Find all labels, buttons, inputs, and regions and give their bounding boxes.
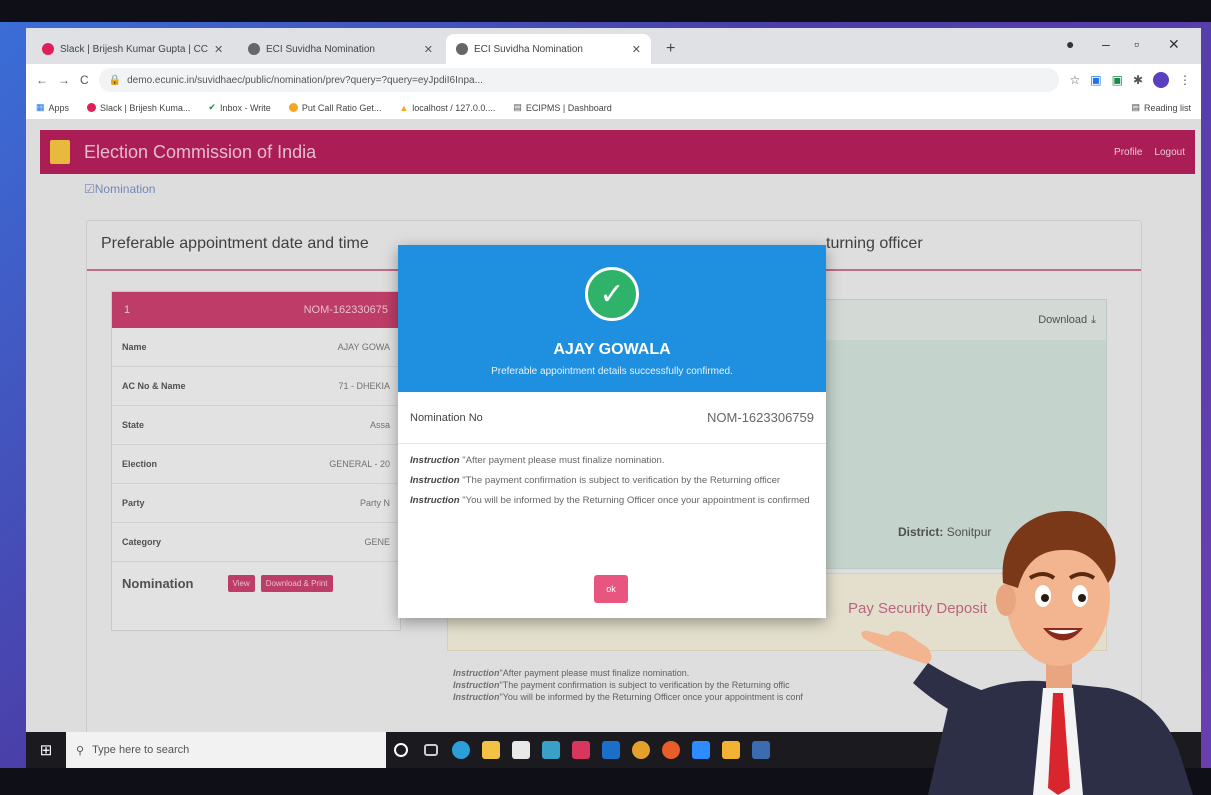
modal-subtitle: Preferable appointment details successfu… <box>491 366 733 377</box>
globe-icon <box>456 43 468 55</box>
top-frame <box>0 0 1211 22</box>
instruction-tag: Instruction <box>410 495 460 506</box>
bookmark-apps[interactable]: ▦ Apps <box>36 102 69 113</box>
address-bar[interactable]: 🔒 demo.ecunic.in/suvidhaec/public/nomina… <box>98 68 1060 92</box>
bookmark-label: Put Call Ratio Get... <box>301 102 382 113</box>
tab-nomination-active[interactable]: ECI Suvidha Nomination ✕ <box>446 34 651 64</box>
pupil-right <box>1078 594 1086 602</box>
modal-instruction: Instruction "After payment please must f… <box>398 454 826 468</box>
url-text: demo.ecunic.in/suvidhaec/public/nominati… <box>127 74 483 86</box>
close-icon[interactable]: ✕ <box>214 43 223 56</box>
bookmark-putcall[interactable]: Put Call Ratio Get... <box>288 102 382 113</box>
extension-icon-2[interactable]: ▣ <box>1112 73 1123 87</box>
check-circle-icon: ✓ <box>585 267 639 321</box>
browser-toolbar: ← → C 🔒 demo.ecunic.in/suvidhaec/public/… <box>26 64 1201 96</box>
instruction-text: "After payment please must finalize nomi… <box>462 455 665 466</box>
extension-icon[interactable]: ▣ <box>1090 73 1101 87</box>
tab-nomination-1[interactable]: ECI Suvidha Nomination ✕ <box>238 34 443 64</box>
profile-avatar[interactable] <box>1153 72 1169 88</box>
outlook-icon[interactable] <box>596 732 626 768</box>
store-icon[interactable] <box>506 732 536 768</box>
menu-icon[interactable]: ⋮ <box>1179 73 1191 87</box>
close-window-icon[interactable]: ✕ <box>1168 36 1180 53</box>
tab-label: Slack | Brijesh Kumar Gupta | CC <box>60 43 209 55</box>
bookmark-inbox[interactable]: ✔ Inbox - Write <box>208 102 270 113</box>
instruction-text: "The payment confirmation is subject to … <box>462 475 781 486</box>
teams-icon[interactable] <box>536 732 566 768</box>
bookmarks-bar: ▦ Apps Slack | Brijesh Kuma... ✔ Inbox - W… <box>26 96 1201 120</box>
lock-icon: 🔒 <box>108 74 122 86</box>
cortana-icon[interactable] <box>386 732 416 768</box>
apps-grid-icon: ▦ <box>36 102 45 112</box>
firefox-icon[interactable] <box>656 732 686 768</box>
zoom-icon[interactable] <box>686 732 716 768</box>
back-icon[interactable]: ← <box>36 73 48 87</box>
close-icon[interactable]: ✕ <box>424 43 433 56</box>
bookmark-label: Slack | Brijesh Kuma... <box>100 102 191 113</box>
file-explorer-icon[interactable] <box>476 732 506 768</box>
search-placeholder: Type here to search <box>92 744 190 756</box>
sticky-notes-icon[interactable] <box>716 732 746 768</box>
reading-list[interactable]: ▤ Reading list <box>1131 102 1191 113</box>
forward-icon[interactable]: → <box>58 73 70 87</box>
hand <box>861 630 932 664</box>
nomination-number-row: Nomination No NOM-1623306759 <box>398 392 826 444</box>
reload-icon[interactable]: C <box>80 73 89 87</box>
nomination-no-value: NOM-1623306759 <box>707 410 814 425</box>
maximize-icon[interactable]: ▫ <box>1134 36 1139 52</box>
coin-icon <box>288 103 298 112</box>
pupil-left <box>1041 594 1049 602</box>
instruction-tag: Instruction <box>410 475 460 486</box>
new-tab-button[interactable]: + <box>656 34 686 64</box>
modal-instruction: Instruction "You will be informed by the… <box>398 494 826 508</box>
bookmark-label: ECIPMS | Dashboard <box>525 102 612 113</box>
mail-icon[interactable] <box>566 732 596 768</box>
edge-icon[interactable] <box>446 732 476 768</box>
task-view-icon[interactable] <box>416 732 446 768</box>
nomination-no-label: Nomination No <box>410 411 483 424</box>
tab-label: ECI Suvidha Nomination <box>266 43 375 55</box>
windows-start-icon[interactable]: ⊞ <box>26 732 66 768</box>
bookmark-ecipms[interactable]: ▤ ECIPMS | Dashboard <box>513 102 611 113</box>
plus-icon: + <box>666 40 676 57</box>
check-icon: ✔ <box>208 102 216 112</box>
browser-tab-strip: Slack | Brijesh Kumar Gupta | CC ✕ ECI S… <box>26 28 1201 64</box>
search-icon: ⚲ <box>76 744 85 757</box>
bookmark-label: Inbox - Write <box>219 102 271 113</box>
tab-label: ECI Suvidha Nomination <box>474 43 583 55</box>
bookmark-slack[interactable]: Slack | Brijesh Kuma... <box>87 103 190 113</box>
modal-instruction: Instruction "The payment confirmation is… <box>398 474 826 488</box>
reading-list-icon: ▤ <box>1131 102 1140 112</box>
taskbar-search[interactable]: ⚲ Type here to search <box>66 732 386 768</box>
background-stage: Slack | Brijesh Kumar Gupta | CC ✕ ECI S… <box>0 0 1211 795</box>
chrome-icon[interactable] <box>626 732 656 768</box>
dashboard-icon: ▤ <box>513 102 522 112</box>
confirmation-modal: ✓ AJAY GOWALA Preferable appointment det… <box>398 245 826 618</box>
modal-header: ✓ AJAY GOWALA Preferable appointment det… <box>398 245 826 392</box>
ear <box>996 584 1016 616</box>
reading-list-label: Reading list <box>1143 102 1191 113</box>
calculator-icon[interactable] <box>746 732 776 768</box>
minimize-icon[interactable]: – <box>1102 36 1110 52</box>
close-icon[interactable]: ✕ <box>632 43 641 56</box>
slack-icon <box>87 103 97 112</box>
instruction-text: "You will be informed by the Returning O… <box>462 495 810 506</box>
globe-icon <box>248 43 260 55</box>
bookmark-label: localhost / 127.0.0.... <box>412 102 496 113</box>
bookmark-localhost[interactable]: ▲ localhost / 127.0.0.... <box>399 103 495 113</box>
star-icon[interactable]: ☆ <box>1069 73 1080 87</box>
puzzle-icon[interactable]: ✱ <box>1133 73 1143 87</box>
slack-icon <box>42 43 54 55</box>
chart-icon: ▲ <box>399 102 409 113</box>
ok-button[interactable]: ok <box>594 575 628 603</box>
instruction-tag: Instruction <box>410 455 460 466</box>
candidate-name: AJAY GOWALA <box>553 341 671 358</box>
bookmark-label: Apps <box>48 102 70 113</box>
presenter-character <box>861 511 1193 795</box>
tab-slack[interactable]: Slack | Brijesh Kumar Gupta | CC ✕ <box>32 34 232 64</box>
account-icon[interactable]: ● <box>1066 36 1074 52</box>
